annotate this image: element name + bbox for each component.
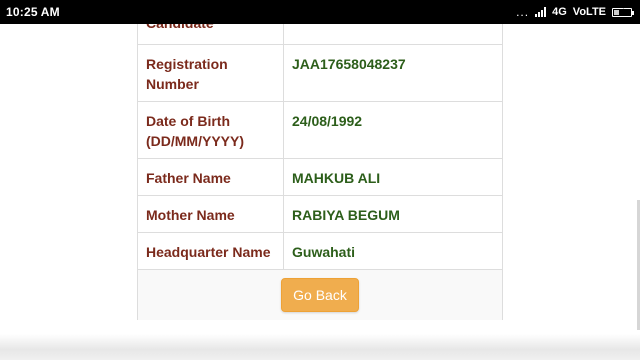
row-label: Headquarter Name [138,233,284,269]
father-name-value: MAHKUB ALI [292,170,381,186]
row-label: Registration Number [138,45,284,101]
more-notifications-icon: ... [516,5,530,19]
row-label: Date of Birth (DD/MM/YYYY) [138,102,284,158]
battery-icon: ⚡ [612,7,634,17]
table-footer: Go Back [138,270,502,320]
table-row: Registration Number JAA17658048237 [138,45,502,102]
mother-name-value: RABIYA BEGUM [292,207,400,223]
table-row: Date of Birth (DD/MM/YYYY) 24/08/1992 [138,102,502,159]
row-label: Father Name [138,159,284,195]
date-of-birth-value: 24/08/1992 [292,113,363,129]
table-row: Mother Name RABIYA BEGUM [138,196,502,233]
signal-icon [535,7,547,17]
registration-number-value: JAA17658048237 [292,56,406,72]
status-icons: ... 4G VoLTE ⚡ [516,5,634,19]
headquarter-name-value: Guwahati [292,244,356,260]
status-time: 10:25 AM [6,5,60,19]
go-back-button[interactable]: Go Back [281,278,359,312]
network-type: 4G [552,6,567,18]
row-label: Mother Name [138,196,284,232]
bottom-shade [0,334,640,360]
candidate-info-table: Candidate Registration Number JAA1765804… [137,0,503,320]
volte-indicator: VoLTE [572,6,606,18]
table-row: Headquarter Name Guwahati [138,233,502,270]
table-row: Father Name MAHKUB ALI [138,159,502,196]
status-bar: 10:25 AM ... 4G VoLTE ⚡ [0,0,640,24]
